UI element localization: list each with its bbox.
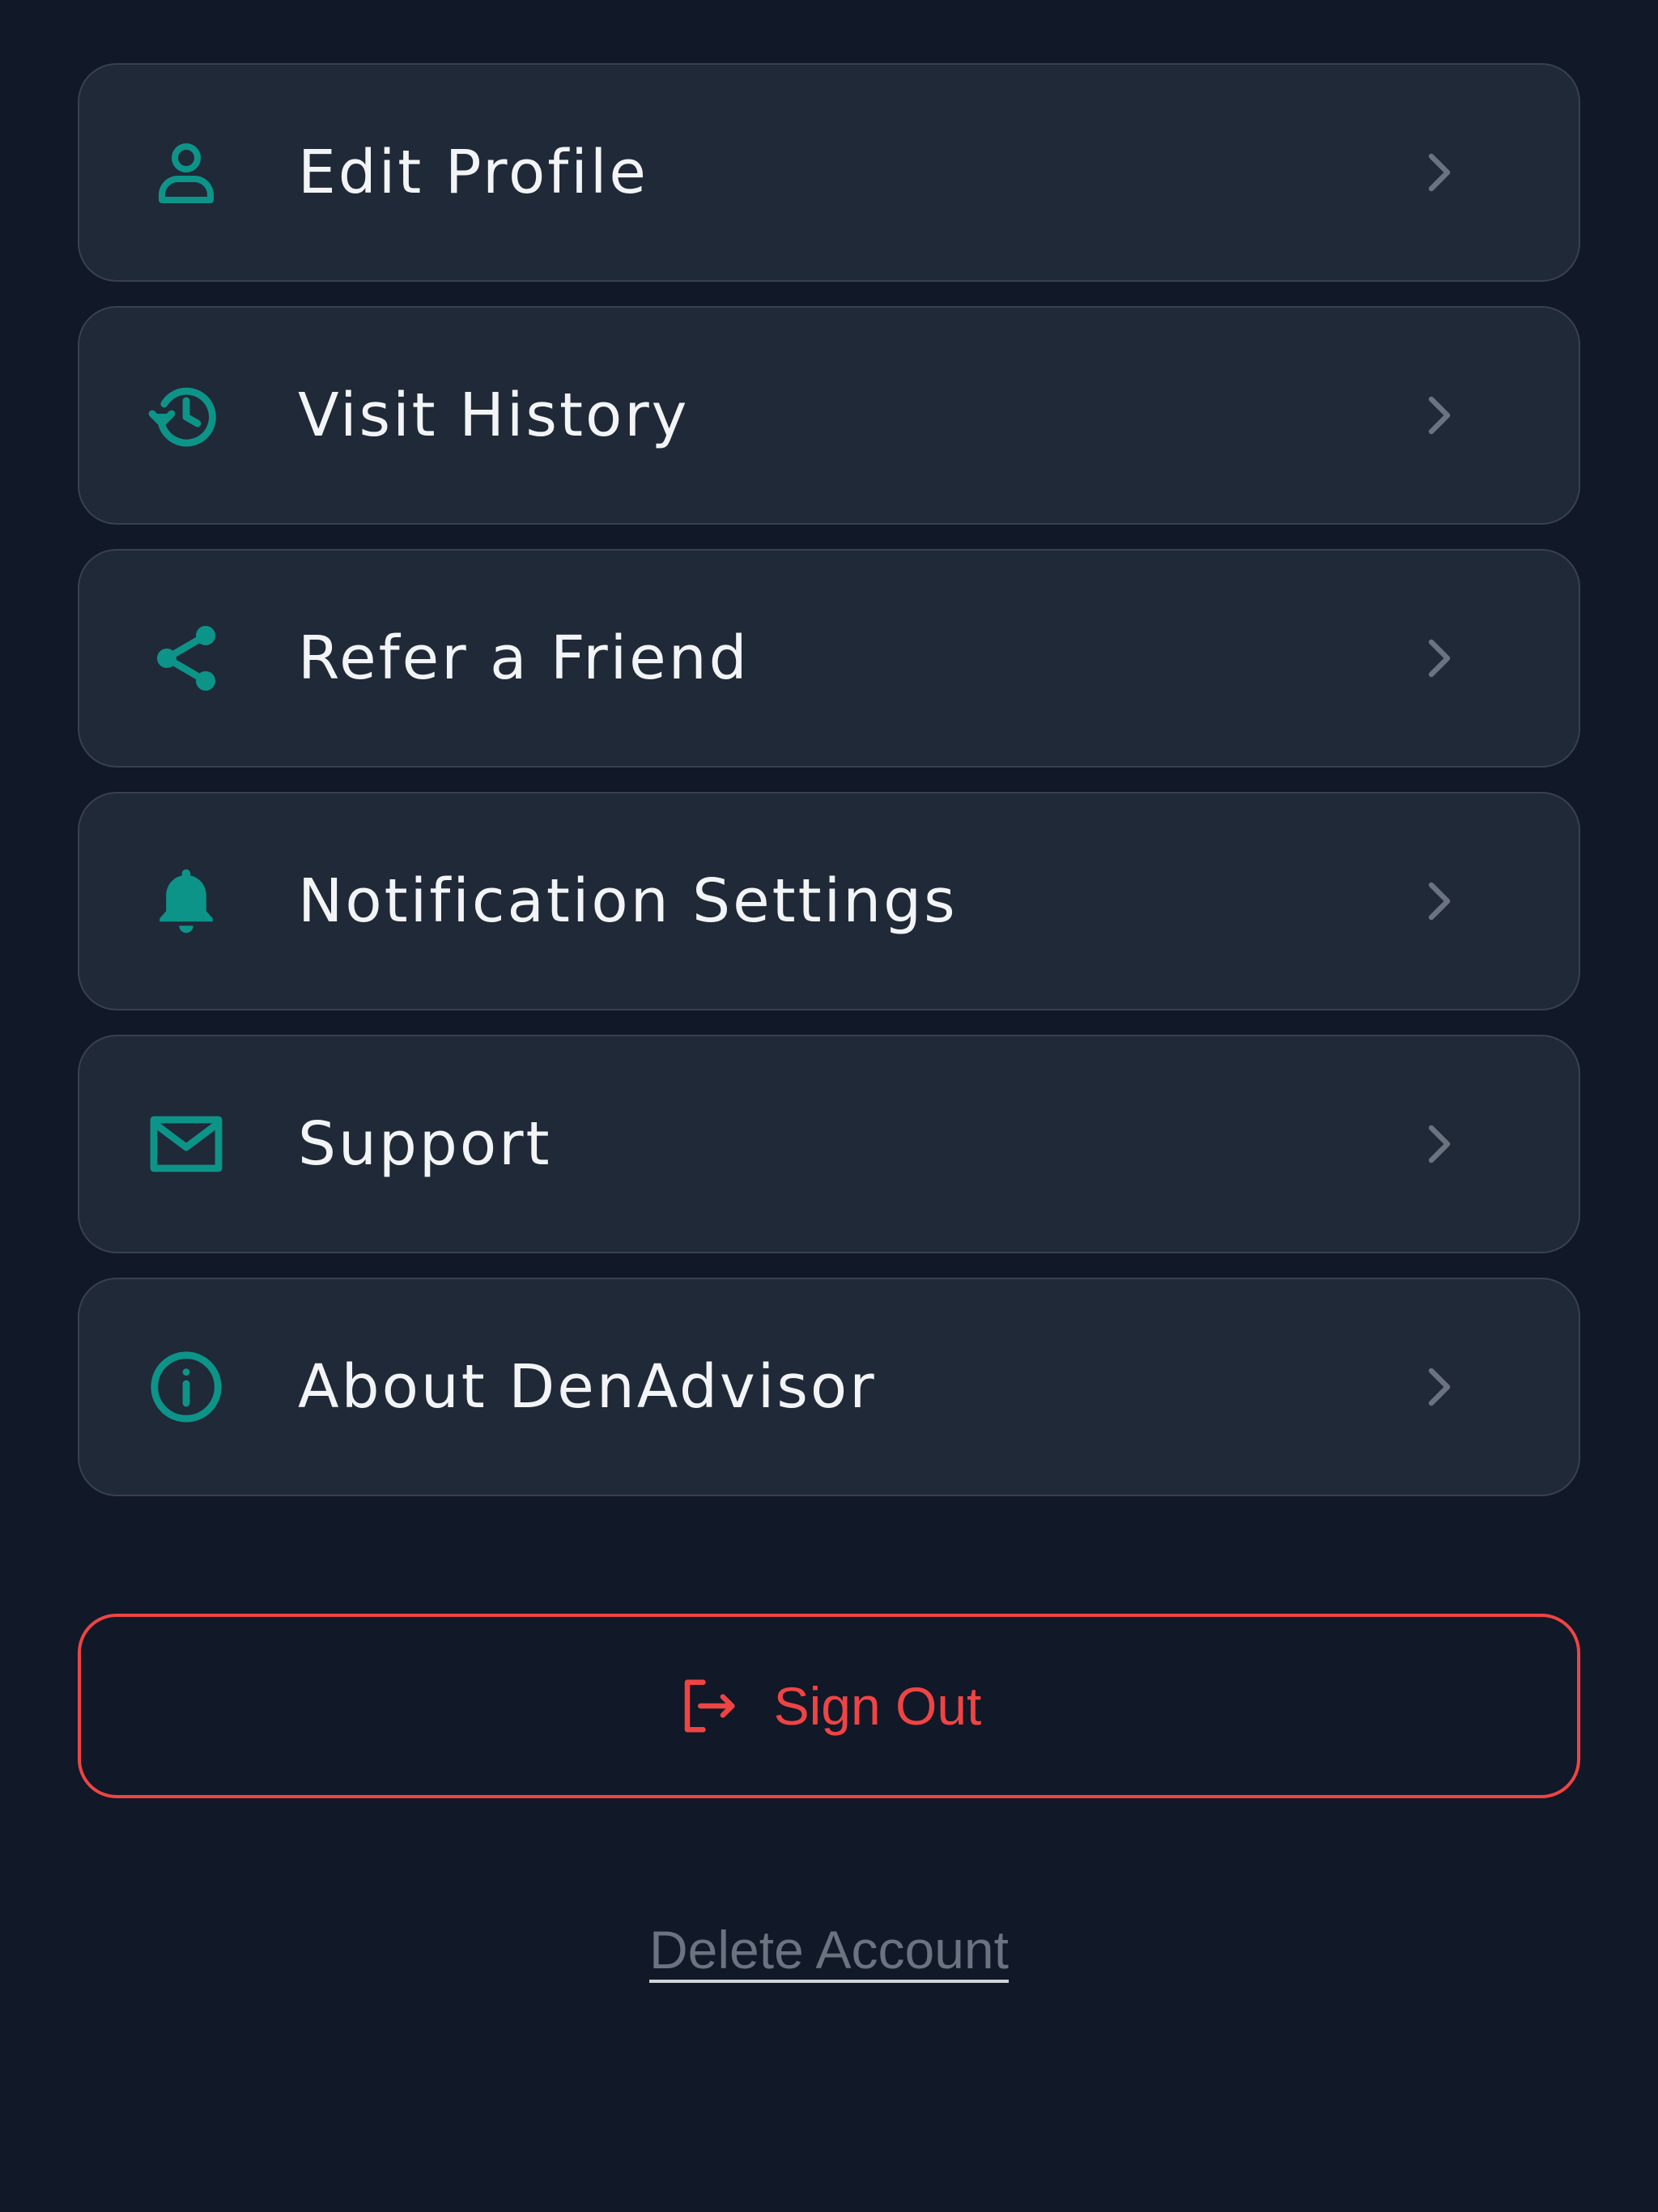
menu-item-about[interactable]: About DenAdvisor xyxy=(78,1278,1580,1496)
chevron-right-icon xyxy=(1415,634,1464,683)
info-icon xyxy=(147,1348,225,1426)
chevron-right-icon xyxy=(1415,148,1464,197)
share-icon xyxy=(147,619,225,697)
menu-item-label: Support xyxy=(298,1109,552,1179)
delete-account-link[interactable]: Delete Account xyxy=(649,1920,1009,1980)
menu-item-refer-a-friend[interactable]: Refer a Friend xyxy=(78,549,1580,768)
chevron-right-icon xyxy=(1415,1363,1464,1411)
menu-item-label: Visit History xyxy=(298,381,690,450)
logout-icon xyxy=(677,1674,740,1738)
mail-icon xyxy=(147,1105,225,1183)
menu-item-notification-settings[interactable]: Notification Settings xyxy=(78,792,1580,1010)
delete-account-container: Delete Account xyxy=(0,1919,1658,1980)
menu-item-support[interactable]: Support xyxy=(78,1035,1580,1253)
bell-icon xyxy=(147,862,225,940)
menu-item-edit-profile[interactable]: Edit Profile xyxy=(78,63,1580,282)
menu-item-label: About DenAdvisor xyxy=(298,1352,877,1422)
menu-item-label: Edit Profile xyxy=(298,138,648,207)
chevron-right-icon xyxy=(1415,391,1464,440)
chevron-right-icon xyxy=(1415,1120,1464,1168)
sign-out-label: Sign Out xyxy=(773,1676,982,1736)
settings-menu: Edit Profile Visit History Refer a Frien… xyxy=(78,63,1580,1521)
menu-item-label: Refer a Friend xyxy=(298,623,750,693)
sign-out-button[interactable]: Sign Out xyxy=(78,1614,1580,1798)
chevron-right-icon xyxy=(1415,877,1464,925)
menu-item-visit-history[interactable]: Visit History xyxy=(78,306,1580,525)
history-icon xyxy=(147,376,225,454)
user-icon xyxy=(147,134,225,211)
menu-item-label: Notification Settings xyxy=(298,866,958,936)
